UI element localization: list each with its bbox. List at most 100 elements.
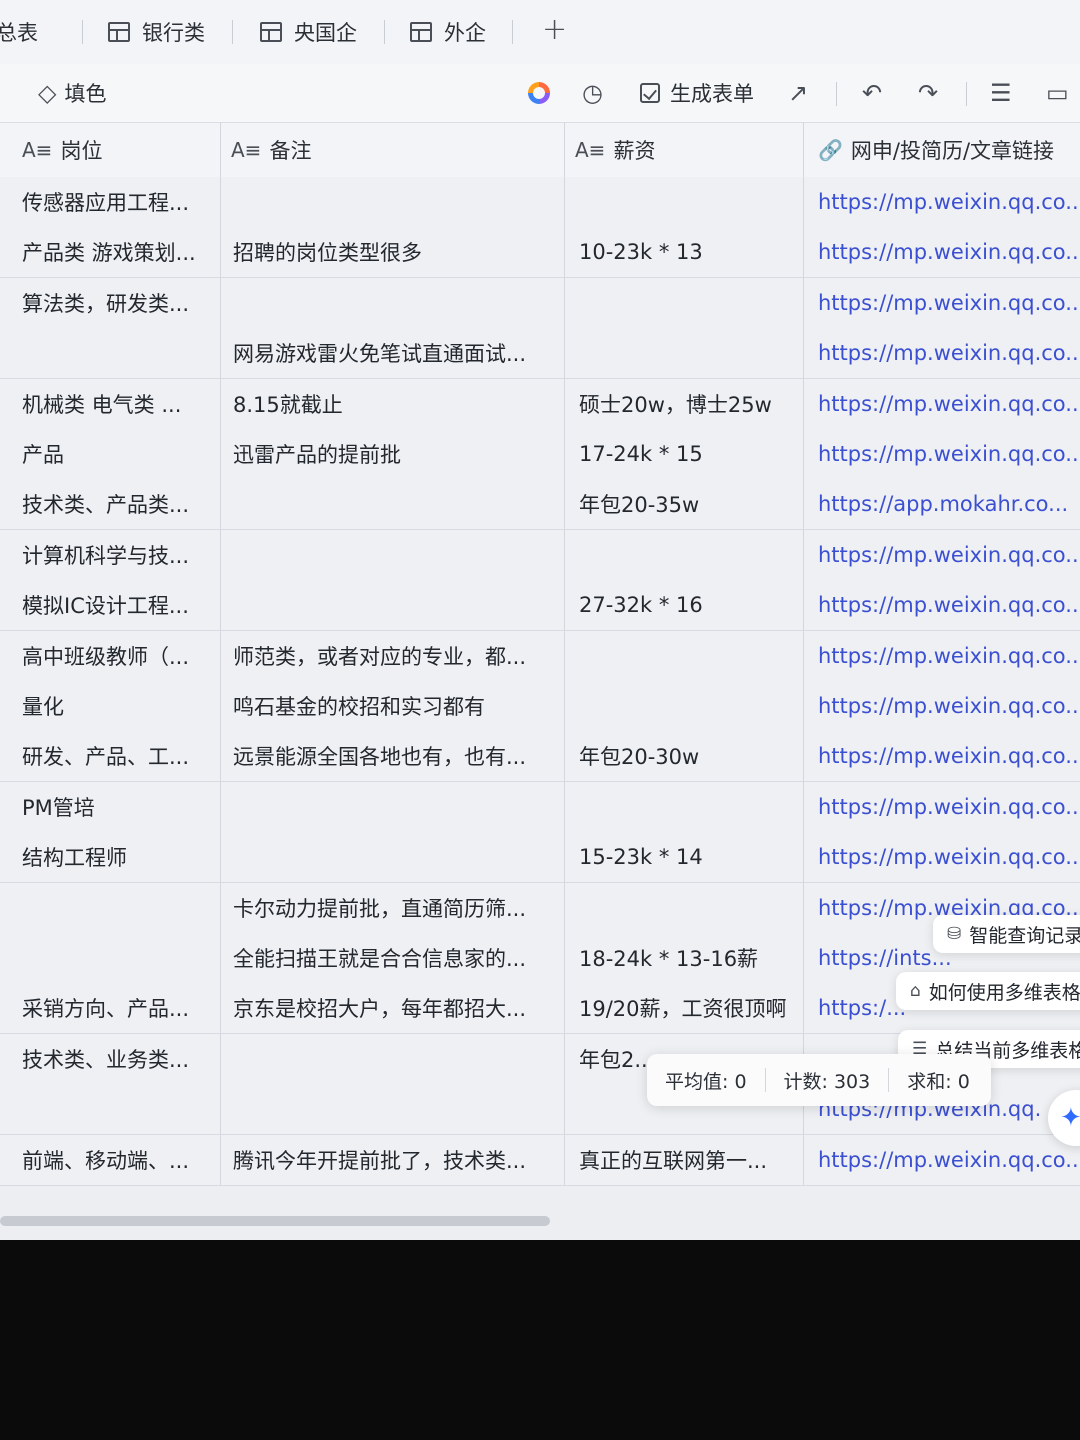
comment-button[interactable]: ▭ bbox=[1046, 76, 1069, 110]
cell-link[interactable]: https://mp.weixin.qq.co... bbox=[804, 177, 1080, 227]
cell-salary[interactable]: 硕士20w，博士25w bbox=[565, 378, 804, 429]
table-row[interactable]: 传感器应用工程... https://mp.weixin.qq.co... bbox=[0, 177, 1080, 228]
cell-salary[interactable]: 17-24k * 15 bbox=[565, 429, 804, 479]
cell-note[interactable] bbox=[221, 479, 565, 530]
cell-position[interactable]: 结构工程师 bbox=[0, 832, 221, 883]
table-row[interactable]: 技术类、产品类... 年包20-35w https://app.mokahr.co.… bbox=[0, 479, 1080, 531]
cell-salary[interactable] bbox=[565, 177, 804, 227]
cell-link[interactable]: https://mp.weixin.qq.co... bbox=[804, 631, 1080, 681]
ai-assistant-button[interactable] bbox=[528, 76, 550, 110]
tab-banks[interactable]: 银行类 bbox=[108, 14, 205, 50]
cell-link[interactable]: https://mp.weixin.qq.co... bbox=[804, 328, 1080, 378]
cell-salary[interactable] bbox=[565, 529, 804, 580]
cell-link[interactable]: https://mp.weixin.qq.co... bbox=[804, 1135, 1080, 1185]
redo-button[interactable]: ↷ bbox=[918, 76, 938, 110]
cell-note[interactable] bbox=[221, 832, 565, 883]
tab-foreign[interactable]: 外企 bbox=[410, 14, 486, 50]
cell-position[interactable]: 机械类 电气类 ... bbox=[0, 378, 221, 429]
cell-note[interactable]: 鸣石基金的校招和实习都有 bbox=[221, 681, 565, 731]
undo-button[interactable]: ↶ bbox=[862, 76, 882, 110]
cell-link[interactable]: https://mp.weixin.qq.co... bbox=[804, 731, 1080, 781]
table-row[interactable]: 算法类，研发类... https://mp.weixin.qq.co... bbox=[0, 277, 1080, 329]
table-row[interactable]: 量化 鸣石基金的校招和实习都有 https://mp.weixin.qq.co... bbox=[0, 681, 1080, 732]
cell-salary[interactable]: 15-23k * 14 bbox=[565, 832, 804, 883]
table-row[interactable]: 产品类 游戏策划... 招聘的岗位类型很多 10-23k * 13 https://m… bbox=[0, 227, 1080, 279]
cell-link[interactable]: https://mp.weixin.qq.co... bbox=[804, 227, 1080, 277]
cell-note[interactable]: 网易游戏雷火免笔试直通面试... bbox=[221, 328, 565, 379]
cell-salary[interactable] bbox=[565, 277, 804, 328]
cell-position[interactable] bbox=[0, 1084, 221, 1135]
share-button[interactable]: ↗ bbox=[788, 76, 808, 110]
cell-position[interactable]: 产品 bbox=[0, 429, 221, 479]
table-row[interactable]: 网易游戏雷火免笔试直通面试... https://mp.weixin.qq.co.… bbox=[0, 328, 1080, 380]
generate-form-button[interactable]: 生成表单 bbox=[640, 76, 754, 110]
cell-position[interactable] bbox=[0, 882, 221, 933]
column-header-link[interactable]: 🔗 网申/投简历/文章链接 bbox=[804, 123, 1080, 177]
cell-note[interactable] bbox=[221, 1084, 565, 1135]
cell-salary[interactable]: 18-24k * 13-16薪 bbox=[565, 933, 804, 983]
cell-salary[interactable] bbox=[565, 882, 804, 933]
cell-link[interactable]: https://mp.weixin.qq.co... bbox=[804, 832, 1080, 882]
cell-position[interactable]: 计算机科学与技... bbox=[0, 529, 221, 580]
cell-position[interactable]: 研发、产品、工... bbox=[0, 731, 221, 782]
cell-note[interactable] bbox=[221, 1033, 565, 1084]
tab-summary[interactable]: 总表 bbox=[0, 14, 38, 50]
tab-soe[interactable]: 央国企 bbox=[260, 14, 357, 50]
horizontal-scrollbar[interactable] bbox=[0, 1216, 550, 1226]
cell-position[interactable] bbox=[0, 933, 221, 983]
table-row[interactable]: 产品 迅雷产品的提前批 17-24k * 15 https://mp.weixin.q… bbox=[0, 429, 1080, 480]
cell-note[interactable]: 迅雷产品的提前批 bbox=[221, 429, 565, 479]
cell-position[interactable]: 技术类、业务类... bbox=[0, 1033, 221, 1084]
cell-position[interactable]: 量化 bbox=[0, 681, 221, 731]
cell-link[interactable]: https://mp.weixin.qq.co... bbox=[804, 681, 1080, 731]
cell-link[interactable]: https://mp.weixin.qq.co... bbox=[804, 530, 1080, 580]
cell-position[interactable]: 传感器应用工程... bbox=[0, 177, 221, 227]
cell-note[interactable]: 师范类，或者对应的专业，都... bbox=[221, 630, 565, 681]
cell-note[interactable]: 京东是校招大户，每年都招大... bbox=[221, 983, 565, 1034]
cell-position[interactable]: 模拟IC设计工程... bbox=[0, 580, 221, 631]
cell-link[interactable]: https://mp.weixin.qq.co... bbox=[804, 278, 1080, 328]
cell-position[interactable]: 高中班级教师（... bbox=[0, 630, 221, 681]
cell-note[interactable] bbox=[221, 529, 565, 580]
cell-link[interactable]: https://mp.weixin.qq.co... bbox=[804, 580, 1080, 630]
table-row[interactable]: 卡尔动力提前批，直通简历筛... https://mp.weixin.qq.co.… bbox=[0, 882, 1080, 934]
cell-salary[interactable]: 10-23k * 13 bbox=[565, 227, 804, 278]
cell-position[interactable]: 产品类 游戏策划... bbox=[0, 227, 221, 278]
cell-position[interactable]: PM管培 bbox=[0, 781, 221, 832]
cell-salary[interactable]: 27-32k * 16 bbox=[565, 580, 804, 631]
cell-link[interactable]: https://mp.weixin.qq.co... bbox=[804, 782, 1080, 832]
add-tab-button[interactable]: + bbox=[542, 12, 567, 47]
smart-query-suggestion[interactable]: ⛁ 智能查询记录 bbox=[933, 915, 1080, 953]
cell-link[interactable]: https://mp.weixin.qq.co... bbox=[804, 379, 1080, 429]
how-to-use-suggestion[interactable]: ⌂ 如何使用多维表格 bbox=[896, 972, 1080, 1010]
cell-note[interactable]: 卡尔动力提前批，直通简历筛... bbox=[221, 882, 565, 933]
cell-salary[interactable]: 年包20-35w bbox=[565, 479, 804, 530]
cell-position[interactable] bbox=[0, 328, 221, 379]
cell-salary[interactable] bbox=[565, 681, 804, 731]
cell-note[interactable]: 招聘的岗位类型很多 bbox=[221, 227, 565, 278]
search-button[interactable]: ☰ bbox=[990, 76, 1012, 110]
cell-salary[interactable]: 真正的互联网第一... bbox=[565, 1134, 804, 1185]
cell-note[interactable]: 全能扫描王就是合合信息家的... bbox=[221, 933, 565, 983]
column-header-position[interactable]: A≡ 岗位 bbox=[0, 123, 221, 177]
table-row[interactable]: 研发、产品、工... 远景能源全国各地也有，也有... 年包20-30w https:… bbox=[0, 731, 1080, 783]
cell-note[interactable] bbox=[221, 277, 565, 328]
cell-link[interactable]: https://app.mokahr.co... bbox=[804, 479, 1080, 529]
table-row[interactable]: 计算机科学与技... https://mp.weixin.qq.co... bbox=[0, 529, 1080, 581]
cell-position[interactable]: 技术类、产品类... bbox=[0, 479, 221, 530]
cell-position[interactable]: 前端、移动端、... bbox=[0, 1134, 221, 1185]
cell-salary[interactable] bbox=[565, 630, 804, 681]
cell-position[interactable]: 算法类，研发类... bbox=[0, 277, 221, 328]
table-row[interactable]: PM管培 https://mp.weixin.qq.co... bbox=[0, 781, 1080, 833]
table-row[interactable]: 机械类 电气类 ... 8.15就截止 硕士20w，博士25w https://mp.… bbox=[0, 378, 1080, 430]
cell-note[interactable] bbox=[221, 580, 565, 631]
cell-note[interactable] bbox=[221, 177, 565, 227]
table-row[interactable]: 模拟IC设计工程... 27-32k * 16 https://mp.weixin.… bbox=[0, 580, 1080, 632]
cell-salary[interactable] bbox=[565, 328, 804, 379]
cell-note[interactable]: 远景能源全国各地也有，也有... bbox=[221, 731, 565, 782]
cell-position[interactable]: 采销方向、产品... bbox=[0, 983, 221, 1034]
cell-note[interactable]: 8.15就截止 bbox=[221, 378, 565, 429]
cell-note[interactable]: 腾讯今年开提前批了，技术类... bbox=[221, 1134, 565, 1185]
table-row[interactable]: 结构工程师 15-23k * 14 https://mp.weixin.qq.co.… bbox=[0, 832, 1080, 884]
column-header-note[interactable]: A≡ 备注 bbox=[221, 123, 565, 177]
